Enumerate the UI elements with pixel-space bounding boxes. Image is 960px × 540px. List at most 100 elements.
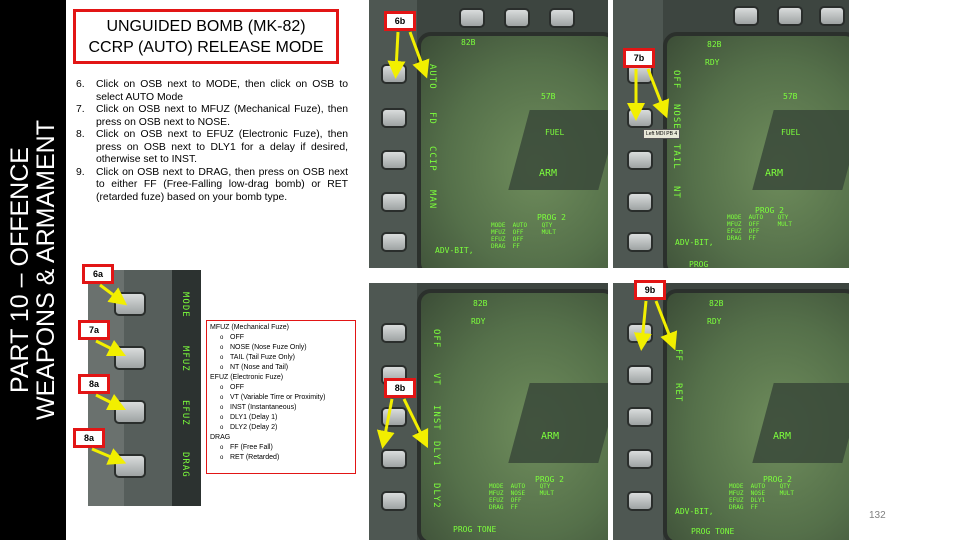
osb-button[interactable] (381, 192, 407, 212)
osb-button[interactable] (381, 323, 407, 343)
legend-item: FF (Free Fall) (210, 443, 352, 453)
legend-item: DLY2 (Delay 2) (210, 423, 352, 433)
hud-prog-bottom: PROG (689, 260, 709, 268)
osb-button[interactable] (627, 407, 653, 427)
callout-7a: 7a (78, 320, 110, 340)
callout-6b: 6b (384, 11, 416, 31)
callout-8a-second: 8a (73, 428, 105, 448)
osb-button[interactable] (819, 6, 845, 26)
osb-button[interactable] (627, 365, 653, 385)
hud-ready: RDY (705, 58, 720, 67)
hud-prog-bottom: PROG TONE (691, 527, 735, 536)
hud-mode-ccip: CCIP (427, 146, 437, 172)
legend-item: OFF (210, 383, 352, 393)
efuz-legend-title: EFUZ (Electronic Fuze) (210, 374, 284, 381)
page-title-line1: UNGUIDED BOMB (MK-82) (106, 18, 306, 35)
callout-9b: 9b (634, 280, 666, 300)
hud-adv-bit: ADV-BIT, (675, 507, 714, 516)
step-number: 6. (76, 79, 85, 90)
callout-8b: 8b (384, 378, 416, 398)
mfd-label-mode: MODE (180, 292, 190, 318)
osb-button[interactable] (627, 449, 653, 469)
hud-efuz-vt: VT (431, 373, 441, 386)
osb-button[interactable] (381, 108, 407, 128)
hud-speed: 57B (541, 92, 556, 101)
instruction-steps: 6. Click on OSB next to MODE, then click … (76, 79, 348, 204)
osb-button[interactable] (381, 232, 407, 252)
callout-6a: 6a (82, 264, 114, 284)
osb-efuz-button[interactable] (114, 400, 146, 424)
osb-button[interactable] (459, 8, 485, 28)
hud-efuz-dly2: DLY2 (431, 483, 441, 509)
mfd-screenshot-6b: 82B AUTO FD CCIP MAN 57B FUEL ARM PROG 2… (369, 0, 608, 268)
hud-fuel: FUEL (781, 128, 801, 137)
legend-item: TAIL (Tail Fuze Only) (210, 353, 352, 363)
hud-drag-ff: FF (673, 349, 683, 362)
hud-fuze-nose: NOSE (671, 104, 681, 130)
step-number: 7. (76, 104, 85, 115)
step-item: 6. Click on OSB next to MODE, then click … (76, 79, 348, 104)
hud-mode-fd: FD (427, 112, 437, 125)
osb-button[interactable] (381, 407, 407, 427)
hud-stores-table: MODE AUTO QTY MFUZ OFF MULT EFUZ OFF DRA… (491, 222, 557, 250)
page-title-box: UNGUIDED BOMB (MK-82) CCRP (AUTO) RELEAS… (73, 9, 339, 64)
osb-mfuz-button[interactable] (114, 346, 146, 370)
mfuz-legend-title: MFUZ (Mechanical Fuze) (210, 324, 289, 331)
step-text: Click on OSB next to EFUZ (Electronic Fu… (96, 129, 348, 165)
step-item: 8. Click on OSB next to EFUZ (Electronic … (76, 129, 348, 167)
osb-button[interactable] (627, 323, 653, 343)
hud-efuz-dly1: DLY1 (431, 441, 441, 467)
mfd-label-drag: DRAG (180, 452, 190, 478)
hud-speed: 57B (783, 92, 798, 101)
hud-arm: ARM (541, 431, 560, 442)
hud-stores-table: MODE AUTO QTY MFUZ NOSE MULT EFUZ DLY1 D… (729, 483, 795, 511)
mfd-label-efuz: EFUZ (180, 400, 190, 426)
callout-8a: 8a (78, 374, 110, 394)
osb-button[interactable] (381, 491, 407, 511)
osb-button[interactable] (381, 150, 407, 170)
step-number: 8. (76, 129, 85, 140)
hud-store-count: 82B (709, 299, 724, 308)
drag-legend-title: DRAG (210, 434, 231, 441)
hud-efuz-inst: INST (431, 405, 441, 431)
osb-mode-button[interactable] (114, 292, 146, 316)
hud-adv-bit: ADV-BIT, (675, 238, 714, 247)
osb-button[interactable] (627, 150, 653, 170)
section-title: PART 10 – OFFENCE WEAPONS & ARMAMENT (6, 10, 60, 530)
section-title-line2: WEAPONS & ARMAMENT (32, 119, 60, 421)
legend-item: RET (Retarded) (210, 453, 352, 463)
legend-item: VT (Variable Tirre or Proximity) (210, 393, 352, 403)
osb-drag-button[interactable] (114, 454, 146, 478)
hud-ready: RDY (707, 317, 722, 326)
osb-button[interactable] (627, 108, 653, 128)
legend-item: NOSE (Nose Fuze Only) (210, 343, 352, 353)
hud-mode-man: MAN (427, 190, 437, 210)
hud-fuze-nt: NT (671, 186, 681, 199)
osb-button[interactable] (627, 232, 653, 252)
section-title-line1: PART 10 – OFFENCE (6, 147, 34, 393)
step-text: Click on OSB next to MODE, then click on… (96, 79, 348, 103)
page-title-line2: CCRP (AUTO) RELEASE MODE (88, 39, 324, 56)
hud-stores-table: MODE AUTO QTY MFUZ NOSE MULT EFUZ OFF DR… (489, 483, 555, 511)
osb-button[interactable] (381, 449, 407, 469)
hud-prog: PROG 2 (537, 213, 566, 222)
osb-tooltip: Left MDI PB 4 (643, 129, 681, 139)
hud-arm: ARM (773, 431, 792, 442)
osb-button[interactable] (627, 192, 653, 212)
osb-button[interactable] (627, 491, 653, 511)
osb-button[interactable] (549, 8, 575, 28)
step-item: 9. Click on OSB next to DRAG, then press … (76, 167, 348, 205)
hud-arm: ARM (539, 168, 558, 179)
callout-7b: 7b (623, 48, 655, 68)
hud-arm: ARM (765, 168, 784, 179)
osb-button[interactable] (381, 64, 407, 84)
osb-button[interactable] (777, 6, 803, 26)
hud-mode-auto: AUTO (427, 64, 437, 90)
osb-button[interactable] (733, 6, 759, 26)
mfd-screenshot-7b: 82B RDY OFF NOSE TAIL NT Left MDI PB 4 5… (613, 0, 849, 268)
section-sidebar: PART 10 – OFFENCE WEAPONS & ARMAMENT (0, 0, 66, 540)
osb-button[interactable] (504, 8, 530, 28)
hud-drag-ret: RET (673, 383, 683, 403)
step-number: 9. (76, 166, 85, 178)
step-text: Click on OSB next to MFUZ (Mechanical Fu… (96, 104, 348, 128)
